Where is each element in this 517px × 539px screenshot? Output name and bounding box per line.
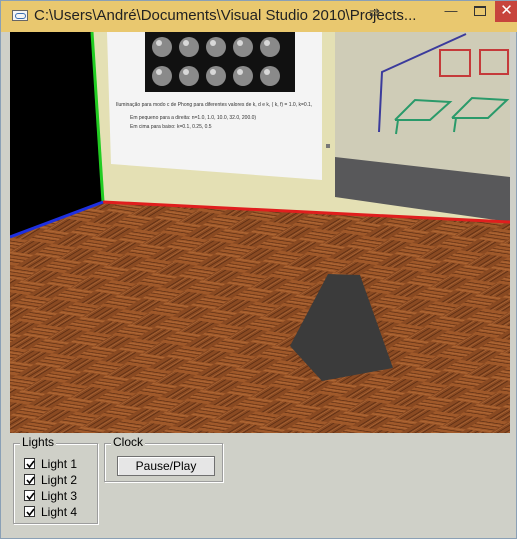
light-1-label: Light 1 (41, 457, 78, 471)
poster-caption-1: Iluminação para modo c de Phong para dif… (116, 102, 312, 108)
checkbox-box[interactable] (24, 506, 35, 517)
light-3-label: Light 3 (41, 489, 78, 503)
light-4-label: Light 4 (41, 505, 78, 519)
lights-group: Lights Light 1 Light 2 Light 3 Light 4 (13, 435, 98, 524)
checkbox-box[interactable] (24, 474, 35, 485)
clock-group: Clock Pause/Play (104, 435, 223, 482)
minimize-button[interactable]: — (437, 1, 465, 22)
lights-group-label: Lights (20, 435, 57, 449)
resize-icon: ⇄ (369, 5, 380, 20)
checkmark-icon (26, 508, 35, 517)
maximize-icon (474, 6, 486, 16)
clock-group-label: Clock (111, 435, 146, 449)
scene-render: Iluminação para modo c de Phong para dif… (10, 32, 510, 433)
app-icon[interactable] (12, 10, 28, 21)
checkbox-box[interactable] (24, 458, 35, 469)
3d-viewport[interactable]: Iluminação para modo c de Phong para dif… (10, 32, 510, 433)
control-panel: Lights Light 1 Light 2 Light 3 Light 4 C… (10, 433, 510, 532)
poster-caption-3: Em cima para baixo: k=0.1, 0.25, 0.5 (130, 124, 212, 130)
poster-caption-2: Em pequeno para a direita: n=1.0, 1.0, 1… (130, 115, 256, 121)
title-bar[interactable]: C:\Users\André\Documents\Visual Studio 2… (1, 1, 517, 32)
checkbox-box[interactable] (24, 490, 35, 501)
window-title: C:\Users\André\Documents\Visual Studio 2… (34, 7, 417, 24)
app-window: C:\Users\André\Documents\Visual Studio 2… (0, 0, 517, 539)
maximize-button[interactable] (466, 1, 494, 22)
light-2-label: Light 2 (41, 473, 78, 487)
checkmark-icon (26, 476, 35, 485)
checkmark-icon (26, 492, 35, 501)
checkmark-icon (26, 460, 35, 469)
close-button[interactable]: ✕ (495, 1, 517, 22)
pause-play-button[interactable]: Pause/Play (117, 456, 215, 476)
